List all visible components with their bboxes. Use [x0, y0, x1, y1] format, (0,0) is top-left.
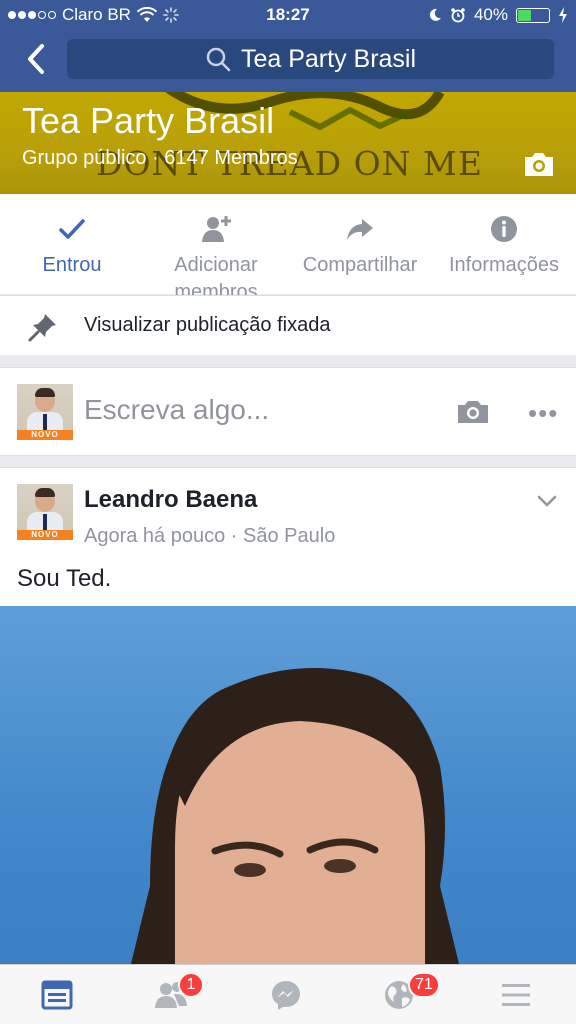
joined-button[interactable]: Entrou [0, 194, 144, 294]
top-bar: Claro BR 18:27 40% Tea Party Brasil [0, 0, 576, 92]
group-title: Tea Party Brasil [22, 100, 275, 141]
news-feed-tab-icon[interactable] [40, 978, 74, 1012]
add-member-icon [202, 216, 231, 242]
joined-label: Entrou [42, 254, 102, 276]
post-location[interactable]: São Paulo [243, 525, 335, 547]
info-label: Informações [448, 254, 560, 276]
avatar: NOVO [17, 384, 73, 440]
status-bar: Claro BR 18:27 40% [0, 0, 576, 30]
pinned-post-label: Visualizar publicação fixada [84, 314, 331, 336]
author-avatar[interactable]: NOVO [17, 484, 73, 540]
feed-post: NOVO Leandro Baena Agora há pouco · São … [0, 467, 576, 968]
alarm-icon [451, 8, 465, 23]
info-button[interactable]: Informações [432, 194, 576, 294]
notifications-badge: 71 [408, 972, 440, 998]
post-meta: Agora há pouco · São Paulo [84, 525, 335, 548]
friend-requests-badge: 1 [178, 972, 204, 998]
group-actions: Entrou Adicionar membros Compartilhar In… [0, 194, 576, 303]
post-text: Sou Ted. [17, 565, 112, 592]
pin-icon [28, 314, 56, 342]
moon-icon [429, 8, 441, 21]
chevron-down-icon[interactable] [537, 494, 557, 508]
cover-camera-icon[interactable] [522, 150, 556, 178]
search-text: Tea Party Brasil [240, 44, 417, 73]
notifications-tab[interactable]: 71 [382, 972, 440, 1012]
post-composer: NOVO Escreva algo... ••• [0, 367, 576, 456]
messenger-icon[interactable] [269, 978, 303, 1012]
portrait-image [130, 668, 460, 968]
charging-icon [559, 7, 567, 23]
add-members-button[interactable]: Adicionar membros [144, 194, 288, 303]
tab-bar: 1 71 [0, 964, 576, 1024]
back-arrow-icon[interactable] [22, 42, 52, 76]
menu-icon[interactable] [499, 978, 533, 1012]
photo-camera-icon[interactable] [456, 399, 490, 425]
share-icon [347, 219, 373, 240]
post-photo[interactable] [0, 606, 576, 968]
composer-input[interactable]: Escreva algo... [84, 394, 269, 426]
friend-requests-tab[interactable]: 1 [154, 972, 204, 1012]
post-time[interactable]: Agora há pouco [84, 525, 225, 547]
post-author[interactable]: Leandro Baena [84, 486, 257, 514]
search-icon [206, 47, 231, 72]
group-cover[interactable]: DONT TREAD ON ME Tea Party Brasil Grupo … [0, 92, 576, 194]
battery-icon [516, 7, 550, 23]
nav-bar: Tea Party Brasil [0, 38, 576, 82]
share-label: Compartilhar [302, 254, 418, 276]
avatar-brand: NOVO [17, 530, 73, 540]
status-right: 40% [428, 5, 568, 25]
battery-percent: 40% [473, 5, 508, 24]
info-icon [491, 216, 517, 242]
pinned-post-link[interactable]: Visualizar publicação fixada [0, 295, 576, 355]
avatar-brand: NOVO [17, 430, 73, 440]
search-bar[interactable]: Tea Party Brasil [67, 39, 554, 79]
check-icon [59, 219, 85, 239]
more-options-icon[interactable]: ••• [528, 398, 558, 429]
share-button[interactable]: Compartilhar [288, 194, 432, 294]
meta-separator: · [230, 525, 244, 547]
group-subtitle: Grupo público · 6147 Membros [22, 147, 298, 169]
